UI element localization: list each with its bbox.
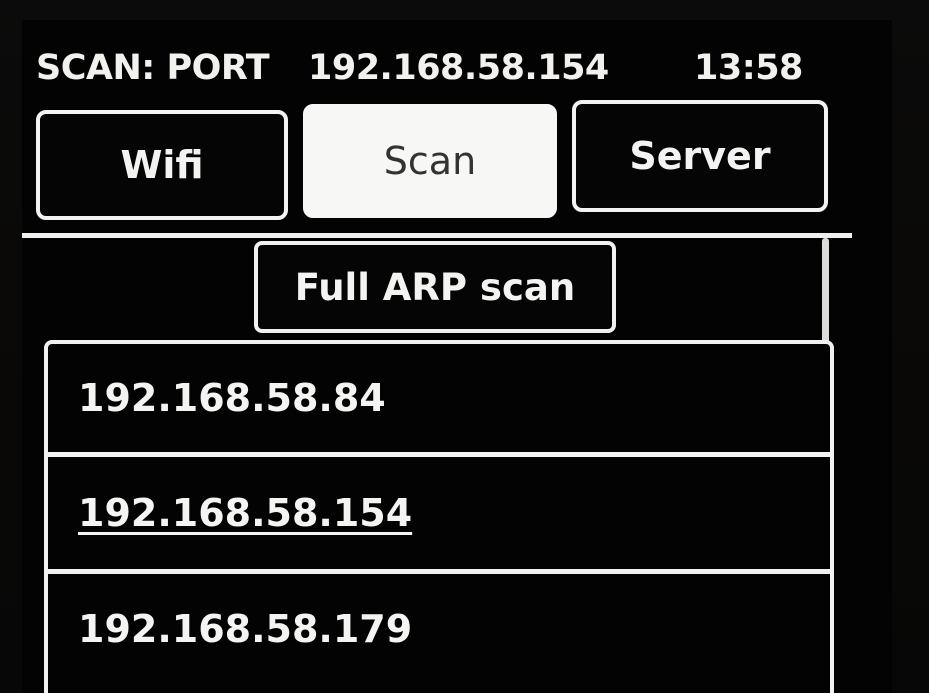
host-list-item-selected[interactable]: 192.168.58.154 [48, 457, 830, 569]
tab-scan[interactable]: Scan [303, 104, 557, 218]
status-bar: SCAN: PORT 192.168.58.154 13:58 [36, 42, 803, 94]
device-ip-address: 192.168.58.154 [308, 48, 609, 88]
tab-divider [22, 233, 852, 238]
device-screen: SCAN: PORT 192.168.58.154 13:58 Wifi Sca… [22, 20, 892, 693]
scan-mode-title: SCAN: PORT [36, 48, 270, 88]
clock-time: 13:58 [694, 48, 803, 88]
host-ip-label: 192.168.58.84 [78, 376, 386, 420]
tab-wifi[interactable]: Wifi [36, 110, 288, 220]
full-arp-scan-button[interactable]: Full ARP scan [254, 241, 616, 333]
tab-server[interactable]: Server [572, 100, 828, 212]
host-ip-label: 192.168.58.179 [78, 607, 413, 651]
host-list: 192.168.58.84 192.168.58.154 192.168.58.… [44, 340, 834, 693]
host-list-item[interactable]: 192.168.58.84 [48, 344, 830, 452]
host-ip-label: 192.168.58.154 [78, 491, 413, 535]
host-list-item[interactable]: 192.168.58.179 [48, 574, 830, 684]
